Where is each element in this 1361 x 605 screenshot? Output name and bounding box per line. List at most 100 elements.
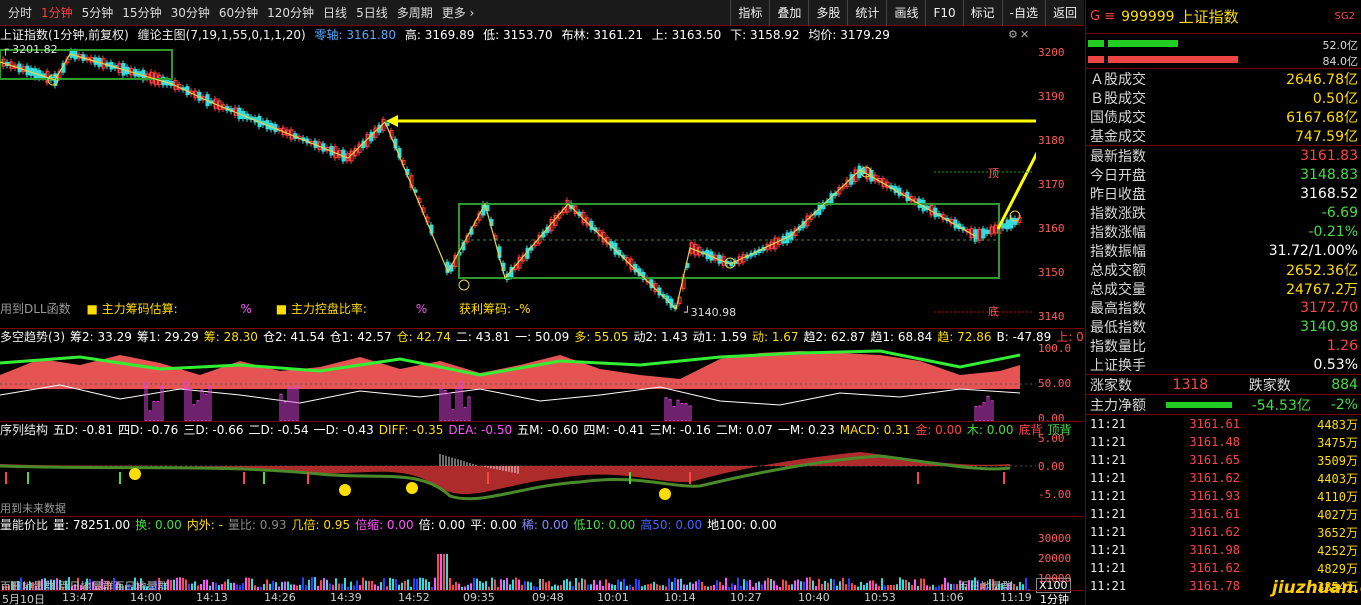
period-tab[interactable]: 更多 › <box>442 4 475 21</box>
tick-list[interactable]: 11:21 3161.61 4483万 11:21 3161.48 3475万 11:21 3… <box>1086 415 1361 595</box>
tick-row[interactable]: 11:21 3161.62 3652万 <box>1086 523 1361 541</box>
bottom-period[interactable]: 1分钟 <box>1040 591 1069 605</box>
volume-bar <box>593 579 595 590</box>
period-tab[interactable]: 多周期 <box>397 4 433 21</box>
chart-window: 分时 1分钟 5分钟 15分钟 30分钟 60分钟 120分钟 日线 5日线 多周期 更多 › 指标… <box>0 0 1361 605</box>
index-stats: 最新指数 3161.83 今日开盘 3148.83 昨日收盘 3168.52 指数涨跌 -6.… <box>1086 146 1361 374</box>
period-tab[interactable]: 5分钟 <box>82 4 114 21</box>
period-tab[interactable]: 120分钟 <box>267 4 314 21</box>
tool-button[interactable]: F10 <box>925 0 962 26</box>
period-tab[interactable]: 15分钟 <box>122 4 161 21</box>
tick-row[interactable]: 11:21 3161.62 4403万 <box>1086 469 1361 487</box>
period-tabs: 分时 1分钟 5分钟 15分钟 30分钟 60分钟 120分钟 日线 5日线 多周期 更多 › <box>0 0 483 26</box>
tick-price: 3161.62 <box>1189 525 1240 539</box>
tick-time: 11:21 <box>1090 579 1127 593</box>
trend-bar <box>986 395 990 421</box>
stat-label: 昨日收盘 <box>1090 186 1146 203</box>
watermark: jiuzhuan.com <box>1272 578 1361 598</box>
period-tab[interactable]: 30分钟 <box>171 4 210 21</box>
panel2-title[interactable]: 多空趋势(3) <box>0 330 65 344</box>
volume-bar <box>413 578 415 590</box>
tool-button[interactable]: 叠加 <box>769 0 808 26</box>
tick-row[interactable]: 11:21 3161.93 4110万 <box>1086 487 1361 505</box>
rise-value: 1318 <box>1172 376 1209 393</box>
volume-bar <box>314 577 316 590</box>
volume-bar <box>287 581 289 590</box>
stat-row: 总成交量 24767.2万 <box>1086 279 1361 298</box>
volume-bar <box>446 554 448 590</box>
net-row: 主力净额 -54.53亿 -2% <box>1086 395 1361 414</box>
chip3-label: 获利筹码: -% <box>458 302 531 316</box>
fall-value: 884 <box>1331 376 1358 393</box>
panel4-title[interactable]: 量能价比 <box>0 518 48 532</box>
volume-label: Ｂ股成交 <box>1090 90 1146 107</box>
pivot-box-2 <box>458 203 1000 279</box>
panel2-value: 筹2: 33.29 <box>70 330 132 344</box>
price-chart[interactable] <box>0 42 1036 327</box>
x-tick-label: 14:26 <box>264 591 296 604</box>
panel3-value: 五M: -0.60 <box>517 423 579 437</box>
trend-bar <box>990 400 994 421</box>
sequence-panel[interactable] <box>0 438 1036 516</box>
trend-bar <box>148 410 152 421</box>
bar1-small <box>1088 40 1104 47</box>
stroke-line <box>0 53 976 311</box>
tick-row[interactable]: 11:21 3161.62 4829万 <box>1086 559 1361 577</box>
panel2-value: 动2: 1.43 <box>633 330 688 344</box>
tool-button[interactable]: 返回 <box>1044 0 1084 26</box>
panel4-value: 换: 0.00 <box>135 518 182 532</box>
stock-name[interactable]: 上证指数 <box>1179 6 1239 27</box>
panel3-title[interactable]: 序列结构 <box>0 423 48 437</box>
indicator-name[interactable]: 缠论主图(7,19,1,55,0,1,1,20) <box>138 28 306 42</box>
period-tab[interactable]: 分时 <box>8 4 32 21</box>
panel4-value: 平: 0.00 <box>470 518 517 532</box>
close-icon[interactable]: ✕ <box>1020 28 1029 41</box>
tick-row[interactable]: 11:21 3161.98 4252万 <box>1086 541 1361 559</box>
net-value: -54.53亿 <box>1251 397 1311 414</box>
stat-row: 指数振幅 31.72/1.00% <box>1086 241 1361 260</box>
period-tab[interactable]: 60分钟 <box>219 4 258 21</box>
tool-button[interactable]: -自选 <box>1001 0 1045 26</box>
period-tab[interactable]: 日线 <box>323 4 347 21</box>
volume-bar <box>848 578 850 590</box>
tool-button[interactable]: 统计 <box>847 0 886 26</box>
main-info-row: 上证指数(1分钟,前复权) 缠论主图(7,19,1,55,0,1,1,20) 零… <box>0 27 1030 43</box>
tool-button[interactable]: 多股 <box>808 0 847 26</box>
volume-bar <box>434 577 436 590</box>
trend-panel[interactable] <box>0 345 1036 421</box>
y-tick-label: 100.0 <box>1038 342 1072 355</box>
rise-label: 涨家数 <box>1090 377 1132 394</box>
period-tab[interactable]: 5日线 <box>356 4 388 21</box>
tool-button[interactable]: 画线 <box>886 0 925 26</box>
stock-code[interactable]: 999999 <box>1121 9 1174 25</box>
x-tick-label: 11:06 <box>932 591 964 604</box>
period-tab[interactable]: 1分钟 <box>41 4 73 21</box>
trend-bar <box>982 402 986 421</box>
volume-bar <box>689 582 691 590</box>
panel2-value: 动: 1.67 <box>751 330 799 344</box>
tick-row[interactable]: 11:21 3161.48 3475万 <box>1086 433 1361 451</box>
lower-value: 下: 3158.92 <box>730 28 800 42</box>
volume-bar <box>638 579 640 590</box>
tick-row[interactable]: 11:21 3161.61 4027万 <box>1086 505 1361 523</box>
y-tick-label: 50.00 <box>1038 377 1072 390</box>
volume-bar <box>350 581 352 590</box>
tick-row[interactable]: 11:21 3161.65 3509万 <box>1086 451 1361 469</box>
candles-group <box>1 47 1022 312</box>
tick-row[interactable]: 11:21 3161.61 4483万 <box>1086 415 1361 433</box>
candle-body <box>1005 219 1010 230</box>
tool-button[interactable]: 标记 <box>962 0 1002 26</box>
volume-label: 基金成交 <box>1090 128 1146 145</box>
volume-bar <box>905 580 907 590</box>
trend-bar <box>279 393 283 421</box>
volume-bar <box>731 583 733 590</box>
volume-bar <box>755 582 757 590</box>
trend-bar <box>156 401 160 421</box>
gear-icon[interactable]: ⚙ <box>1008 28 1018 41</box>
symbol-label[interactable]: 上证指数(1分钟,前复权) <box>0 28 129 42</box>
volume-bar <box>578 582 580 590</box>
volume-bar <box>809 577 811 590</box>
tool-button[interactable]: 指标 <box>730 0 769 26</box>
smile-icon <box>129 468 141 480</box>
x-tick-label: 11:19 <box>1000 591 1032 604</box>
